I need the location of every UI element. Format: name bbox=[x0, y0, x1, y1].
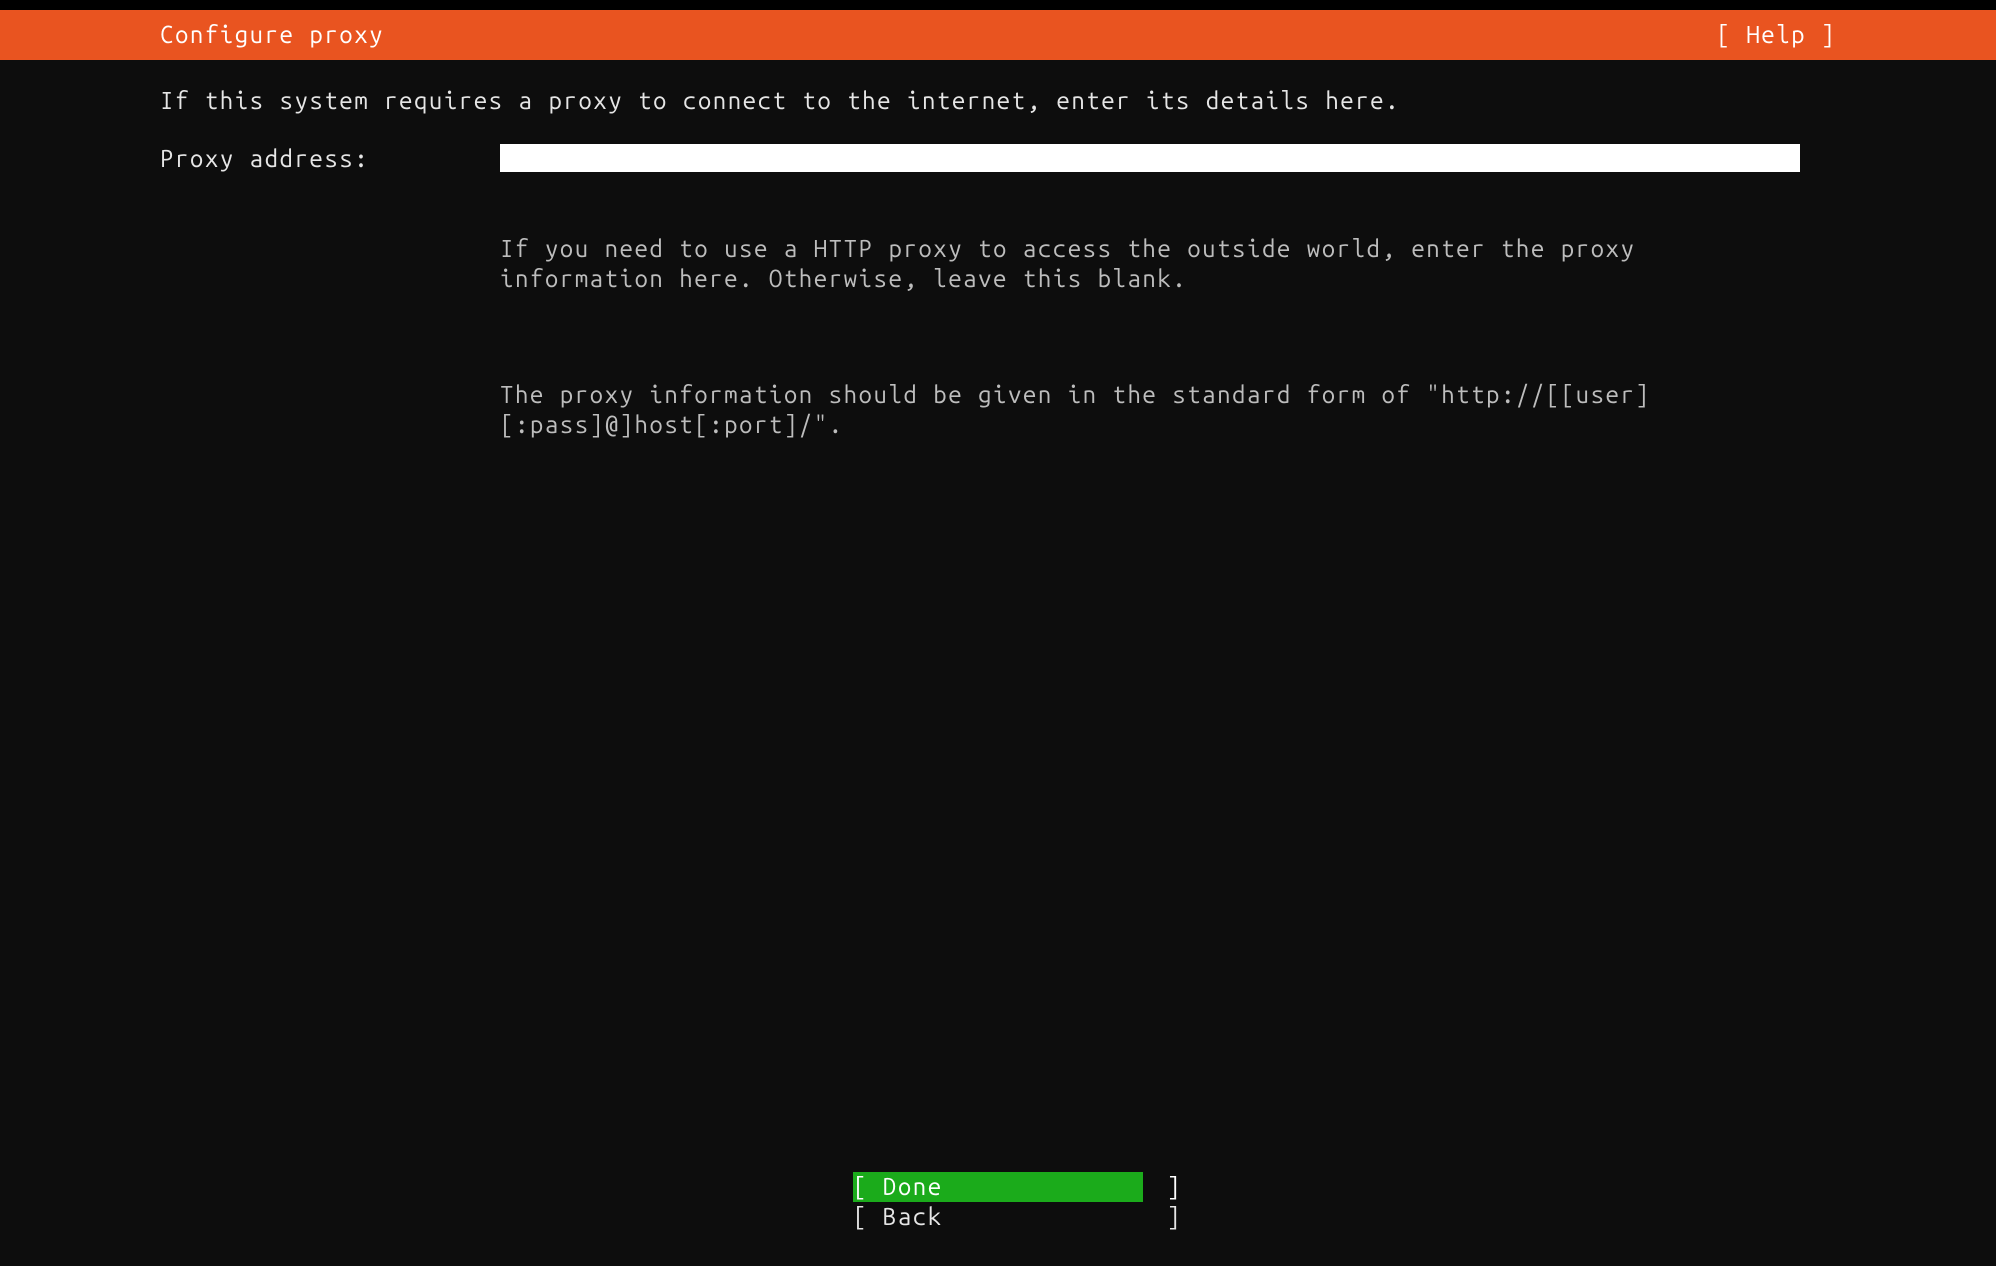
page-title: Configure proxy bbox=[0, 20, 384, 50]
done-button[interactable]: [ Done ] bbox=[853, 1172, 1143, 1202]
proxy-help-para2: The proxy information should be given in… bbox=[500, 380, 1800, 440]
proxy-address-input[interactable] bbox=[500, 144, 1800, 172]
back-button[interactable]: [ Back ] bbox=[853, 1202, 1143, 1232]
header-bar: Configure proxy [ Help ] bbox=[0, 10, 1996, 60]
proxy-help-text: If you need to use a HTTP proxy to acces… bbox=[500, 174, 1800, 526]
proxy-label: Proxy address: bbox=[160, 144, 500, 174]
installer-screen: Configure proxy [ Help ] If this system … bbox=[0, 0, 1996, 1266]
proxy-help-para1: If you need to use a HTTP proxy to acces… bbox=[500, 234, 1800, 294]
top-black-bar bbox=[0, 0, 1996, 10]
proxy-field-column: If you need to use a HTTP proxy to acces… bbox=[500, 144, 1836, 526]
help-button[interactable]: [ Help ] bbox=[1716, 20, 1996, 50]
intro-text: If this system requires a proxy to conne… bbox=[160, 86, 1836, 116]
content-area: If this system requires a proxy to conne… bbox=[0, 60, 1996, 526]
proxy-form-row: Proxy address: If you need to use a HTTP… bbox=[160, 144, 1836, 526]
footer-buttons: [ Done ] [ Back ] bbox=[0, 1172, 1996, 1232]
